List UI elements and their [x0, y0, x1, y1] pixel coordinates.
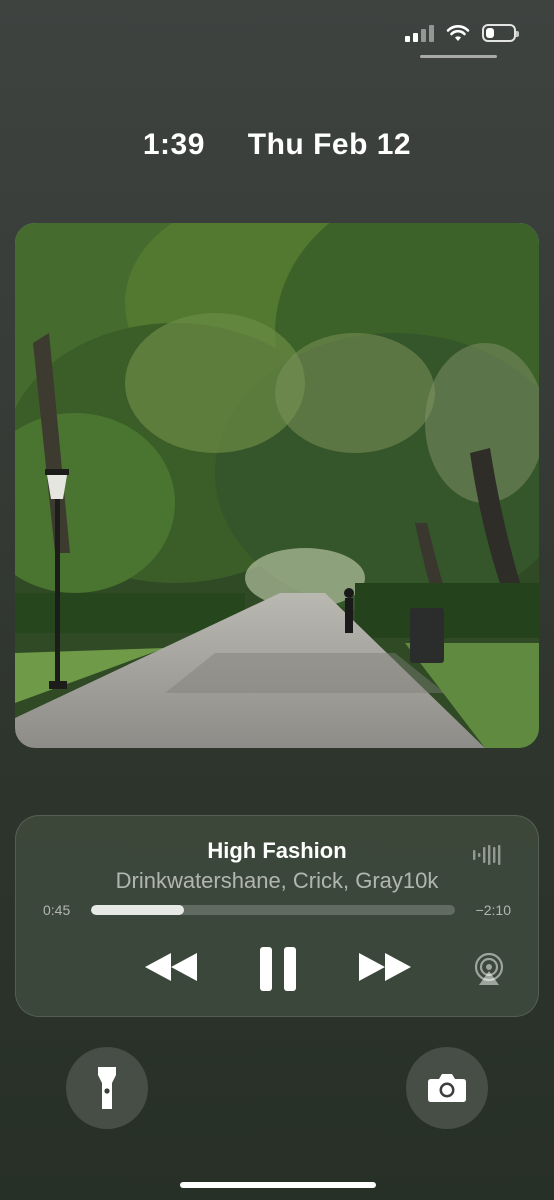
track-artist: Drinkwatershane, Crick, Gray10k — [115, 868, 439, 893]
track-title: High Fashion — [207, 838, 347, 863]
waveform-icon[interactable] — [472, 844, 504, 866]
camera-icon — [428, 1074, 466, 1102]
rewind-icon[interactable] — [144, 951, 198, 983]
remaining-time: −2:10 — [475, 902, 511, 918]
photo-widget[interactable] — [15, 223, 539, 748]
flashlight-button[interactable] — [66, 1047, 148, 1129]
pause-icon[interactable] — [258, 946, 298, 992]
progress-fill — [91, 905, 184, 915]
lock-screen-clock: 1:39 Thu Feb 12 — [0, 128, 554, 162]
lock-time: 1:39 — [142, 128, 205, 161]
fast-forward-icon[interactable] — [358, 951, 412, 983]
battery-icon — [482, 24, 519, 42]
battery-level — [486, 28, 494, 38]
airplay-icon[interactable] — [472, 952, 506, 986]
status-bar — [405, 24, 519, 42]
status-indicator-line — [420, 55, 497, 58]
camera-button[interactable] — [406, 1047, 488, 1129]
photo-park-image — [15, 223, 539, 748]
elapsed-time: 0:45 — [43, 902, 71, 918]
now-playing-widget[interactable]: High Fashion Drinkwatershane, Crick, Gra… — [15, 815, 539, 1017]
lock-date: Thu Feb 12 — [247, 128, 412, 161]
wifi-icon — [446, 25, 470, 41]
home-indicator[interactable] — [180, 1182, 376, 1188]
flashlight-icon — [98, 1067, 116, 1109]
cellular-signal-icon — [405, 24, 434, 42]
progress-slider[interactable] — [91, 905, 455, 915]
